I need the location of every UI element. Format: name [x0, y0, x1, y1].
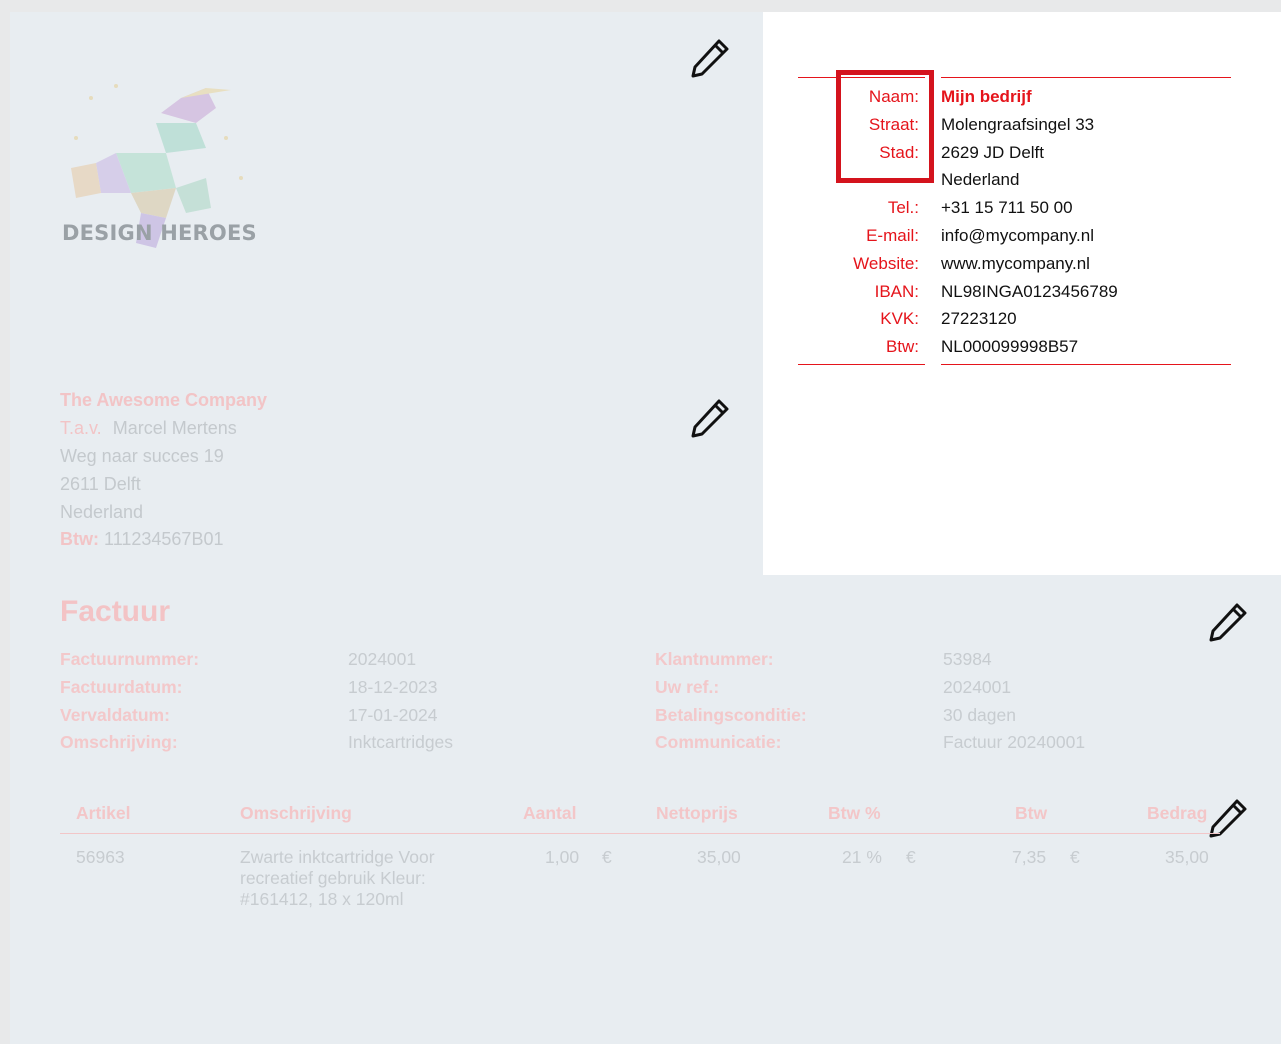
customer-city: 2611 Delft — [60, 474, 141, 494]
cell-bedrag: 35,00 — [1165, 847, 1209, 867]
cell-btw: 7,35 — [1012, 847, 1047, 867]
company-value: Mijn bedrijf — [941, 87, 1032, 106]
company-row-phone: Tel.: +31 15 711 50 00 — [763, 198, 1281, 226]
company-value: Nederland — [941, 170, 1020, 189]
cell-btw-pct: 21 % — [842, 847, 882, 867]
column-header-btw: Btw — [1015, 803, 1048, 823]
cell-currency: € — [602, 847, 612, 867]
meta-value: 17-01-2024 — [348, 705, 438, 725]
cell-aantal: 1,00 — [545, 847, 580, 867]
company-value: www.mycompany.nl — [941, 254, 1090, 273]
company-divider-top-right — [941, 77, 1231, 78]
company-label: Btw: — [885, 337, 919, 356]
company-value: Molengraafsingel 33 — [941, 115, 1095, 134]
customer-name: The Awesome Company — [60, 390, 268, 410]
meta-label: Betalingsconditie: — [655, 705, 807, 725]
company-label: IBAN: — [874, 282, 919, 301]
meta-value: 53984 — [943, 649, 992, 669]
column-header-omschrijving: Omschrijving — [240, 803, 352, 823]
column-header-artikel: Artikel — [76, 803, 131, 823]
company-value: 2629 JD Delft — [941, 143, 1044, 162]
cell-currency: € — [1070, 847, 1080, 867]
edit-invoice-meta-pencil-icon[interactable] — [1206, 600, 1250, 644]
customer-vat-value: 111234567B01 — [104, 529, 224, 549]
customer-vat-label: Btw: — [60, 529, 99, 549]
company-label: Tel.: — [887, 198, 919, 217]
edit-customer-pencil-icon[interactable] — [688, 396, 732, 440]
meta-label: Vervaldatum: — [60, 705, 170, 725]
company-label: KVK: — [880, 309, 919, 328]
meta-label: Uw ref.: — [655, 677, 720, 697]
edit-logo-pencil-icon[interactable] — [688, 36, 732, 80]
logo-text: DESIGN HEROES — [62, 221, 257, 245]
meta-label: Omschrijving: — [60, 732, 178, 752]
customer-country: Nederland — [60, 502, 144, 522]
meta-value: 30 dagen — [943, 705, 1016, 725]
meta-label: Factuurdatum: — [60, 677, 183, 697]
company-divider-bottom-right — [941, 364, 1231, 365]
meta-label: Klantnummer: — [655, 649, 774, 669]
customer-vat: Btw: 111234567B01 — [60, 529, 223, 550]
meta-value: Inktcartridges — [348, 732, 454, 752]
table-header-divider — [60, 833, 1220, 834]
company-value: +31 15 711 50 00 — [941, 198, 1073, 217]
company-row-email: E-mail: info@mycompany.nl — [763, 226, 1281, 254]
customer-street: Weg naar succes 19 — [60, 446, 224, 466]
company-row-kvk: KVK: 27223120 — [763, 309, 1281, 337]
cell-currency: € — [906, 847, 916, 867]
meta-value: 2024001 — [348, 649, 417, 669]
column-header-aantal: Aantal — [523, 803, 577, 823]
company-value: NL000099998B57 — [941, 337, 1079, 356]
meta-label: Factuurnummer: — [60, 649, 200, 669]
company-label: E-mail: — [866, 226, 919, 245]
customer-attn-label: T.a.v. — [60, 418, 102, 438]
cell-nettoprijs: 35,00 — [697, 847, 741, 867]
company-divider-bottom-left — [798, 364, 925, 365]
column-header-bedrag: Bedrag — [1147, 803, 1208, 823]
meta-value: 2024001 — [943, 677, 1012, 697]
company-row-vat: Btw: NL000099998B57 — [763, 337, 1281, 365]
meta-value: Factuur 20240001 — [943, 732, 1086, 752]
company-value: NL98INGA0123456789 — [941, 282, 1118, 301]
meta-label: Communicatie: — [655, 732, 782, 752]
cell-omschrijving: Zwarte inktcartridge Voor recreatief geb… — [240, 847, 435, 909]
column-header-btw-pct: Btw % — [828, 803, 881, 823]
company-label: Website: — [853, 254, 919, 273]
cell-artikel: 56963 — [76, 847, 125, 867]
company-value: info@mycompany.nl — [941, 226, 1094, 245]
customer-attn-value: Marcel Mertens — [112, 418, 237, 438]
customer-attn: T.a.v. Marcel Mertens — [60, 418, 237, 439]
column-header-nettoprijs: Nettoprijs — [656, 803, 738, 823]
company-row-iban: IBAN: NL98INGA0123456789 — [763, 282, 1281, 310]
label-highlight-box — [836, 70, 934, 183]
invoice-title: Factuur — [60, 595, 171, 628]
meta-value: 18-12-2023 — [348, 677, 438, 697]
company-value: 27223120 — [941, 309, 1017, 328]
company-row-website: Website: www.mycompany.nl — [763, 254, 1281, 282]
